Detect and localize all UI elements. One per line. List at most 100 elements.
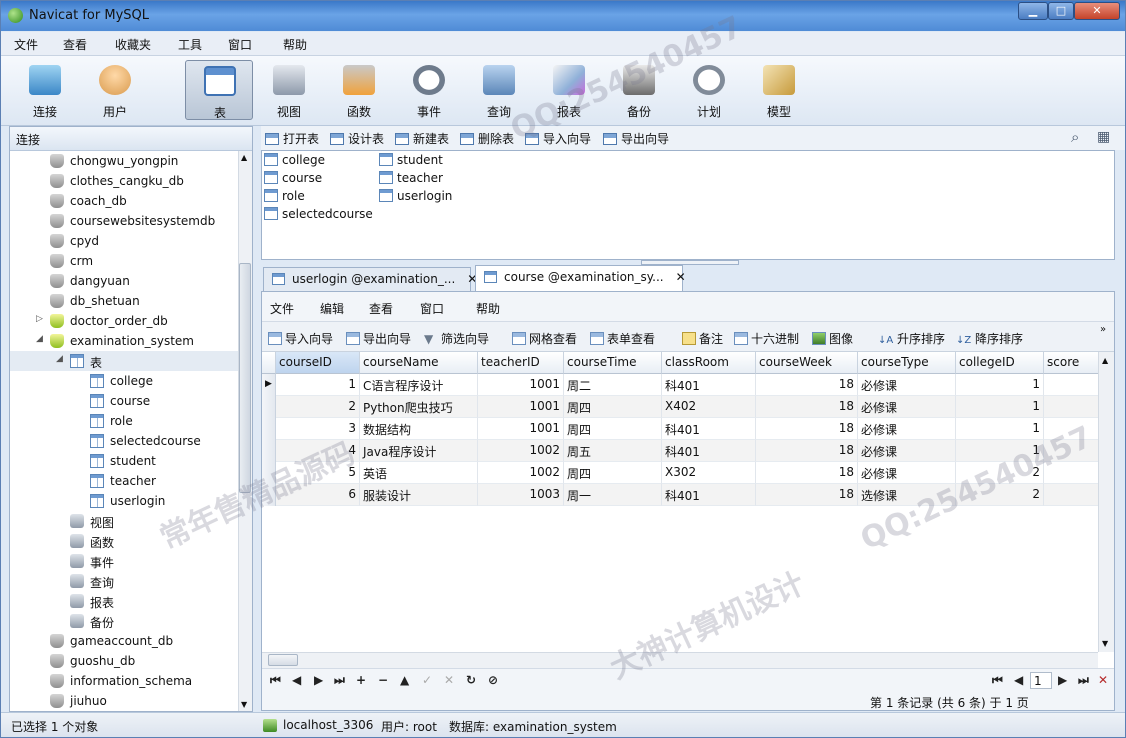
- column-header[interactable]: classRoom: [662, 352, 756, 374]
- column-header[interactable]: courseName: [360, 352, 478, 374]
- table-cell[interactable]: 1: [956, 418, 1044, 440]
- table-cell[interactable]: 18: [756, 462, 858, 484]
- grid-export-wizard-button[interactable]: 导出向导: [346, 330, 411, 347]
- image-button[interactable]: 图像: [812, 330, 853, 347]
- tree-item[interactable]: 备份: [10, 611, 240, 631]
- tree-item[interactable]: ▷ doctor_order_db: [10, 311, 240, 331]
- table-cell[interactable]: 周五: [564, 440, 662, 462]
- delete-table-button[interactable]: 删除表: [460, 130, 514, 147]
- tree-scrollbar[interactable]: ▲ ▼: [238, 151, 252, 711]
- toolbar-query-button[interactable]: 查询: [467, 60, 531, 120]
- table-cell[interactable]: 3: [276, 418, 360, 440]
- tree-item[interactable]: userlogin: [10, 491, 240, 511]
- menu-window[interactable]: 窗口: [228, 36, 252, 53]
- table-row[interactable]: 4 Java程序设计 1002 周五 科401 18 必修课 1: [262, 440, 1098, 462]
- grid-horizontal-scrollbar[interactable]: [262, 652, 1098, 668]
- previous-record-icon[interactable]: ◀: [292, 673, 301, 687]
- table-row[interactable]: 2 Python爬虫技巧 1001 周四 X402 18 必修课 1: [262, 396, 1098, 418]
- table-cell[interactable]: 1001: [478, 374, 564, 396]
- menu-favorites[interactable]: 收藏夹: [115, 36, 151, 53]
- column-header[interactable]: teacherID: [478, 352, 564, 374]
- table-cell[interactable]: 18: [756, 484, 858, 506]
- tree-item[interactable]: dangyuan: [10, 271, 240, 291]
- table-cell[interactable]: 周四: [564, 418, 662, 440]
- toolbar-backup-button[interactable]: 备份: [607, 60, 671, 120]
- first-page-icon[interactable]: ⏮: [992, 673, 1003, 688]
- editor-menu-edit[interactable]: 编辑: [320, 300, 344, 317]
- table-cell[interactable]: 科401: [662, 484, 756, 506]
- last-record-icon[interactable]: ⏭: [334, 673, 345, 688]
- tree-item[interactable]: coach_db: [10, 191, 240, 211]
- table-cell[interactable]: 必修课: [858, 440, 956, 462]
- scroll-down-icon[interactable]: ▼: [1102, 639, 1108, 648]
- table-cell[interactable]: [1044, 462, 1098, 484]
- tree-item[interactable]: ◢ 表: [10, 351, 240, 371]
- grid-view-button[interactable]: 网格查看: [512, 330, 577, 347]
- tree-item[interactable]: guoshu_db: [10, 651, 240, 671]
- table-row[interactable]: 6 服装设计 1003 周一 科401 18 选修课 2: [262, 484, 1098, 506]
- tree-item[interactable]: student: [10, 451, 240, 471]
- toolbar-report-button[interactable]: 报表: [537, 60, 601, 120]
- row-header[interactable]: [262, 418, 276, 440]
- toolbar-table-button[interactable]: 表: [185, 60, 253, 120]
- close-button[interactable]: ✕: [1074, 2, 1120, 20]
- table-cell[interactable]: 4: [276, 440, 360, 462]
- object-item[interactable]: userlogin: [379, 189, 452, 203]
- column-header[interactable]: score: [1044, 352, 1098, 374]
- table-cell[interactable]: 必修课: [858, 374, 956, 396]
- tree-item[interactable]: selectedcourse: [10, 431, 240, 451]
- first-record-icon[interactable]: ⏮: [270, 673, 281, 688]
- toolbar-schedule-button[interactable]: 计划: [677, 60, 741, 120]
- page-number-input[interactable]: 1: [1030, 672, 1052, 689]
- editor-menu-help[interactable]: 帮助: [476, 300, 500, 317]
- table-cell[interactable]: C语言程序设计: [360, 374, 478, 396]
- editor-menu-file[interactable]: 文件: [270, 300, 294, 317]
- column-header[interactable]: courseWeek: [756, 352, 858, 374]
- editor-menu-view[interactable]: 查看: [369, 300, 393, 317]
- table-cell[interactable]: 18: [756, 396, 858, 418]
- object-item[interactable]: student: [379, 153, 443, 167]
- table-cell[interactable]: 选修课: [858, 484, 956, 506]
- menu-tools[interactable]: 工具: [178, 36, 202, 53]
- row-header[interactable]: [262, 440, 276, 462]
- next-record-icon[interactable]: ▶: [314, 673, 323, 687]
- object-item[interactable]: college: [264, 153, 325, 167]
- collapse-arrow-icon[interactable]: ◢: [36, 334, 43, 344]
- tree-scrollbar-thumb[interactable]: [239, 263, 251, 493]
- table-cell[interactable]: 1: [956, 396, 1044, 418]
- search-icon[interactable]: ⌕: [1071, 128, 1079, 146]
- delete-record-icon[interactable]: −: [378, 673, 388, 687]
- table-cell[interactable]: 必修课: [858, 396, 956, 418]
- toolbar-event-button[interactable]: 事件: [397, 60, 461, 120]
- tree-item[interactable]: coursewebsitesystemdb: [10, 211, 240, 231]
- export-wizard-button[interactable]: 导出向导: [603, 130, 669, 147]
- table-cell[interactable]: 必修课: [858, 462, 956, 484]
- tree-item[interactable]: crm: [10, 251, 240, 271]
- table-cell[interactable]: 1: [276, 374, 360, 396]
- table-cell[interactable]: 科401: [662, 374, 756, 396]
- table-cell[interactable]: 必修课: [858, 418, 956, 440]
- table-cell[interactable]: 2: [276, 396, 360, 418]
- table-cell[interactable]: 1: [956, 374, 1044, 396]
- table-cell[interactable]: 英语: [360, 462, 478, 484]
- table-cell[interactable]: 1002: [478, 462, 564, 484]
- table-cell[interactable]: 2: [956, 484, 1044, 506]
- grid-vertical-scrollbar[interactable]: ▲ ▼: [1098, 352, 1114, 652]
- table-cell[interactable]: 1: [956, 440, 1044, 462]
- column-header[interactable]: courseID: [276, 352, 360, 374]
- row-header[interactable]: [262, 396, 276, 418]
- table-cell[interactable]: [1044, 418, 1098, 440]
- table-cell[interactable]: 科401: [662, 418, 756, 440]
- table-row[interactable]: ▶ 1 C语言程序设计 1001 周二 科401 18 必修课 1: [262, 374, 1098, 396]
- table-cell[interactable]: 2: [956, 462, 1044, 484]
- limit-settings-icon[interactable]: ✕: [1098, 673, 1108, 687]
- table-cell[interactable]: [1044, 484, 1098, 506]
- tree-item[interactable]: course: [10, 391, 240, 411]
- memo-button[interactable]: 备注: [682, 330, 723, 347]
- tree-item[interactable]: clothes_cangku_db: [10, 171, 240, 191]
- sort-ascending-button[interactable]: ↓A 升序排序: [878, 330, 945, 347]
- tab-userlogin[interactable]: userlogin @examination_... ✕: [263, 267, 477, 291]
- table-cell[interactable]: 1003: [478, 484, 564, 506]
- tree-item[interactable]: cpyd: [10, 231, 240, 251]
- tree-item[interactable]: chongwu_yongpin: [10, 151, 240, 171]
